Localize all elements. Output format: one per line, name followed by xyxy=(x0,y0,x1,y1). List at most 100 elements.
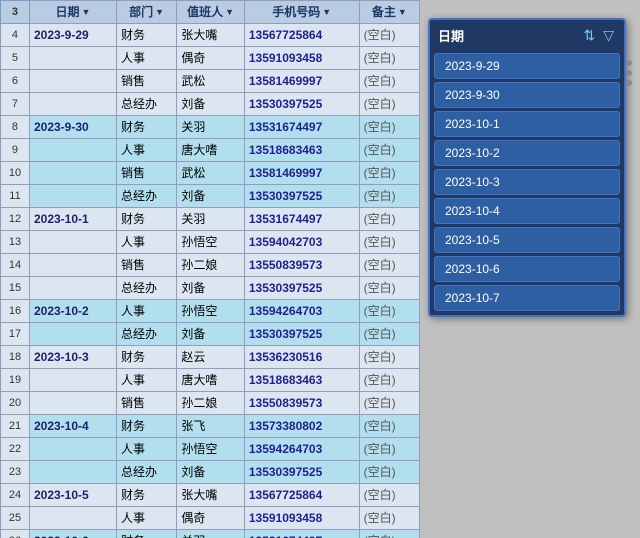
date-cell xyxy=(29,47,116,70)
filter-item[interactable]: 2023-10-4 xyxy=(434,198,620,224)
row-num: 25 xyxy=(1,507,30,530)
dept-cell: 总经办 xyxy=(116,277,176,300)
person-filter-arrow[interactable]: ▼ xyxy=(225,3,234,21)
remark-cell: (空白) xyxy=(359,461,419,484)
filter-item[interactable]: 2023-9-29 xyxy=(434,53,620,79)
remark-cell: (空白) xyxy=(359,438,419,461)
filter-item[interactable]: 2023-10-2 xyxy=(434,140,620,166)
header-row: 3 日期 ▼ 部门 ▼ 值班人 ▼ xyxy=(1,1,420,24)
table-row: 16 2023-10-2 人事 孙悟空 13594264703 (空白) xyxy=(1,300,420,323)
table-row: 25 人事 偶奇 13591093458 (空白) xyxy=(1,507,420,530)
row-num: 21 xyxy=(1,415,30,438)
col-header-person[interactable]: 值班人 ▼ xyxy=(177,1,245,24)
col-header-phone[interactable]: 手机号码 ▼ xyxy=(244,1,359,24)
phone-filter-arrow[interactable]: ▼ xyxy=(322,3,331,21)
remark-cell: (空白) xyxy=(359,254,419,277)
person-cell: 张大嘴 xyxy=(177,24,245,47)
remark-cell: (空白) xyxy=(359,185,419,208)
phone-cell: 13591093458 xyxy=(244,47,359,70)
date-filter-arrow[interactable]: ▼ xyxy=(82,3,91,21)
table-row: 26 2023-10-6 财务 关羽 13531674497 (空白) xyxy=(1,530,420,538)
person-cell: 张大嘴 xyxy=(177,484,245,507)
phone-cell: 13594264703 xyxy=(244,438,359,461)
phone-cell: 13530397525 xyxy=(244,93,359,116)
date-cell xyxy=(29,139,116,162)
date-cell: 2023-10-5 xyxy=(29,484,116,507)
phone-cell: 13550839573 xyxy=(244,392,359,415)
row-num: 23 xyxy=(1,461,30,484)
row-num: 17 xyxy=(1,323,30,346)
row-num: 4 xyxy=(1,24,30,47)
remark-cell: (空白) xyxy=(359,93,419,116)
dept-cell: 财务 xyxy=(116,208,176,231)
filter-item[interactable]: 2023-10-7 xyxy=(434,285,620,311)
table-row: 13 人事 孙悟空 13594042703 (空白) xyxy=(1,231,420,254)
person-cell: 关羽 xyxy=(177,208,245,231)
dept-cell: 销售 xyxy=(116,70,176,93)
remark-cell: (空白) xyxy=(359,415,419,438)
person-cell: 刘备 xyxy=(177,185,245,208)
dept-cell: 人事 xyxy=(116,369,176,392)
row-num: 20 xyxy=(1,392,30,415)
remark-cell: (空白) xyxy=(359,392,419,415)
filter-item[interactable]: 2023-10-3 xyxy=(434,169,620,195)
date-cell: 2023-9-29 xyxy=(29,24,116,47)
table-row: 6 销售 武松 13581469997 (空白) xyxy=(1,70,420,93)
person-cell: 唐大嗜 xyxy=(177,139,245,162)
filter-item[interactable]: 2023-10-6 xyxy=(434,256,620,282)
person-cell: 刘备 xyxy=(177,277,245,300)
remark-filter-arrow[interactable]: ▼ xyxy=(398,3,407,21)
dept-cell: 财务 xyxy=(116,530,176,538)
col-header-date[interactable]: 日期 ▼ xyxy=(29,1,116,24)
phone-cell: 13581469997 xyxy=(244,70,359,93)
dept-cell: 总经办 xyxy=(116,93,176,116)
remark-cell: (空白) xyxy=(359,369,419,392)
person-cell: 赵云 xyxy=(177,346,245,369)
dept-cell: 人事 xyxy=(116,139,176,162)
row-num: 10 xyxy=(1,162,30,185)
table-row: 9 人事 唐大嗜 13518683463 (空白) xyxy=(1,139,420,162)
col-header-dept[interactable]: 部门 ▼ xyxy=(116,1,176,24)
remark-cell: (空白) xyxy=(359,231,419,254)
phone-cell: 13536230516 xyxy=(244,346,359,369)
phone-cell: 13531674497 xyxy=(244,208,359,231)
row-num: 11 xyxy=(1,185,30,208)
date-cell xyxy=(29,185,116,208)
table-row: 10 销售 武松 13581469997 (空白) xyxy=(1,162,420,185)
date-cell: 2023-10-4 xyxy=(29,415,116,438)
date-cell xyxy=(29,392,116,415)
filter-header: 日期 ⇅ ▽ xyxy=(434,24,620,47)
remark-cell: (空白) xyxy=(359,116,419,139)
filter-item[interactable]: 2023-10-5 xyxy=(434,227,620,253)
col-header-remark[interactable]: 备主 ▼ xyxy=(359,1,419,24)
date-cell: 2023-10-2 xyxy=(29,300,116,323)
person-cell: 关羽 xyxy=(177,116,245,139)
date-cell xyxy=(29,254,116,277)
dept-filter-arrow[interactable]: ▼ xyxy=(155,3,164,21)
phone-cell: 13518683463 xyxy=(244,139,359,162)
phone-cell: 13531674497 xyxy=(244,530,359,538)
dept-cell: 销售 xyxy=(116,254,176,277)
person-cell: 关羽 xyxy=(177,530,245,538)
person-cell: 刘备 xyxy=(177,461,245,484)
phone-cell: 13567725864 xyxy=(244,24,359,47)
filter-item[interactable]: 2023-9-30 xyxy=(434,82,620,108)
row-num-header: 3 xyxy=(1,1,30,24)
filter-scrollbar xyxy=(626,60,632,86)
date-cell: 2023-9-30 xyxy=(29,116,116,139)
dept-cell: 财务 xyxy=(116,116,176,139)
filter-item[interactable]: 2023-10-1 xyxy=(434,111,620,137)
person-cell: 偶奇 xyxy=(177,507,245,530)
filter-sort-icon[interactable]: ⇅ xyxy=(581,27,597,44)
phone-cell: 13581469997 xyxy=(244,162,359,185)
phone-cell: 13518683463 xyxy=(244,369,359,392)
row-num: 18 xyxy=(1,346,30,369)
table-row: 18 2023-10-3 财务 赵云 13536230516 (空白) xyxy=(1,346,420,369)
date-cell xyxy=(29,277,116,300)
date-cell: 2023-10-3 xyxy=(29,346,116,369)
table-row: 24 2023-10-5 财务 张大嘴 13567725864 (空白) xyxy=(1,484,420,507)
filter-funnel-icon[interactable]: ▽ xyxy=(601,27,616,44)
phone-cell: 13530397525 xyxy=(244,185,359,208)
remark-cell: (空白) xyxy=(359,70,419,93)
date-cell xyxy=(29,70,116,93)
